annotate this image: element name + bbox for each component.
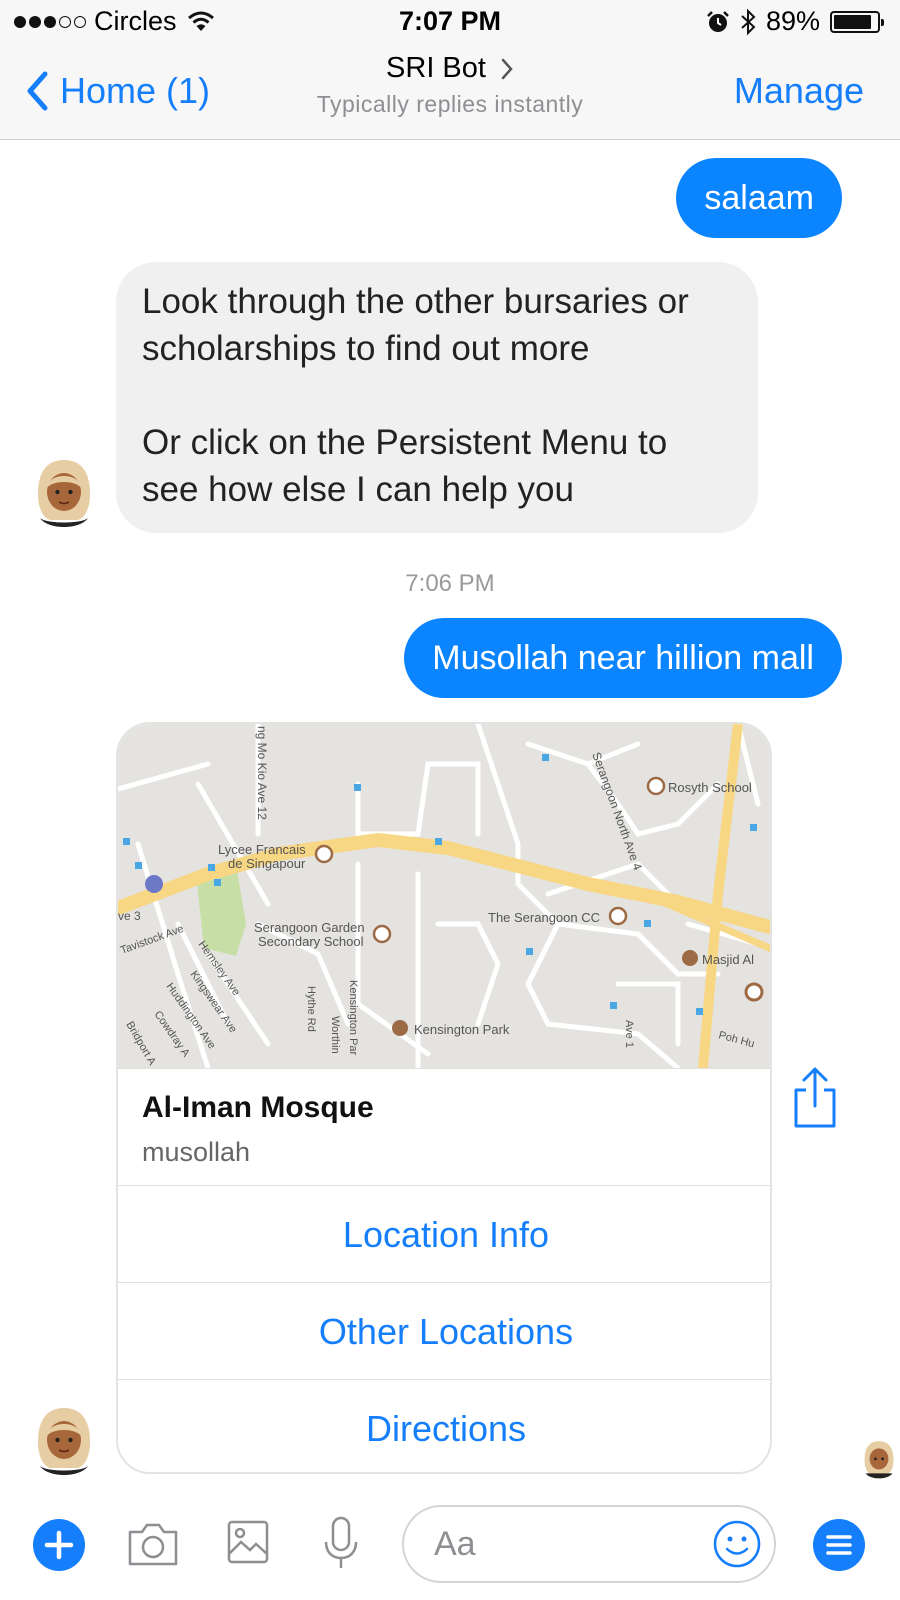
message-paragraph: Or click on the Persistent Menu to see h… <box>142 423 668 509</box>
map-image: ng Mo Kio Ave 12 Serangoon North Ave 4 R… <box>118 724 770 1068</box>
card-info[interactable]: Al-Iman Mosque musollah <box>118 1068 770 1186</box>
back-button[interactable]: Home (1) <box>26 70 210 112</box>
status-bar: Circles 7:07 PM 89% <box>0 0 900 44</box>
conversation-header[interactable]: SRI Bot Typically replies instantly <box>250 52 650 118</box>
microphone-icon[interactable] <box>322 1516 360 1572</box>
map-label-road: Hythe Rd <box>305 986 317 1032</box>
menu-icon[interactable] <box>812 1518 866 1572</box>
map-label-poi: Rosyth School <box>668 780 752 795</box>
map-label-road: Ave 1 <box>623 1020 635 1048</box>
emoji-icon[interactable] <box>712 1519 762 1569</box>
map-label-poi: Serangoon Garden <box>254 920 365 935</box>
map-label-poi: Kensington Park <box>414 1022 510 1037</box>
location-info-button[interactable]: Location Info <box>118 1187 770 1283</box>
incoming-message[interactable]: Look through the other bursaries or scho… <box>116 262 758 533</box>
message-input-box[interactable] <box>402 1505 776 1583</box>
plus-icon[interactable] <box>32 1518 86 1572</box>
map-label-road: Worthin <box>329 1016 341 1054</box>
map-label-road: Kensington Par <box>347 980 359 1056</box>
share-icon[interactable] <box>790 1066 840 1130</box>
conversation-title: SRI Bot <box>386 52 486 84</box>
map-label-poi: Lycee Francais <box>218 842 306 857</box>
other-locations-button[interactable]: Other Locations <box>118 1284 770 1380</box>
conversation-subtitle: Typically replies instantly <box>316 91 584 117</box>
location-card: ng Mo Kio Ave 12 Serangoon North Ave 4 R… <box>116 722 772 1474</box>
chevron-right-icon <box>501 58 513 79</box>
map-label-road: ng Mo Kio Ave 12 <box>255 726 269 820</box>
alarm-icon <box>707 10 729 32</box>
card-title: Al-Iman Mosque <box>142 1091 374 1124</box>
map-label-poi: Secondary School <box>258 934 364 949</box>
map-preview[interactable]: ng Mo Kio Ave 12 Serangoon North Ave 4 R… <box>118 724 770 1068</box>
read-receipt-avatar <box>864 1441 894 1479</box>
bluetooth-icon <box>741 8 756 35</box>
composer-bar <box>0 1490 900 1600</box>
manage-button[interactable]: Manage <box>734 70 864 112</box>
message-timestamp: 7:06 PM <box>405 570 495 597</box>
nav-bar: Home (1) SRI Bot Typically replies insta… <box>0 44 900 140</box>
status-right: 89% <box>706 6 884 37</box>
camera-icon[interactable] <box>126 1520 180 1568</box>
chevron-left-icon <box>27 71 48 111</box>
directions-button[interactable]: Directions <box>118 1381 770 1472</box>
bot-avatar[interactable] <box>34 1406 94 1478</box>
outgoing-message[interactable]: salaam <box>676 158 842 238</box>
map-label-poi: The Serangoon CC <box>488 910 600 925</box>
message-input[interactable] <box>434 1523 684 1565</box>
map-label-poi: de Singapour <box>228 856 306 871</box>
bot-avatar[interactable] <box>34 458 94 530</box>
battery-level <box>834 14 872 29</box>
battery-percent: 89% <box>765 6 820 36</box>
back-label: Home (1) <box>60 70 211 111</box>
battery-icon <box>830 10 884 33</box>
outgoing-message[interactable]: Musollah near hillion mall <box>404 618 842 698</box>
image-icon[interactable] <box>226 1518 270 1566</box>
message-paragraph: Look through the other bursaries or scho… <box>142 282 689 368</box>
card-subtitle: musollah <box>142 1137 251 1167</box>
map-label-poi: Masjid Al <box>702 952 754 967</box>
map-label-road: ve 3 <box>118 909 141 923</box>
